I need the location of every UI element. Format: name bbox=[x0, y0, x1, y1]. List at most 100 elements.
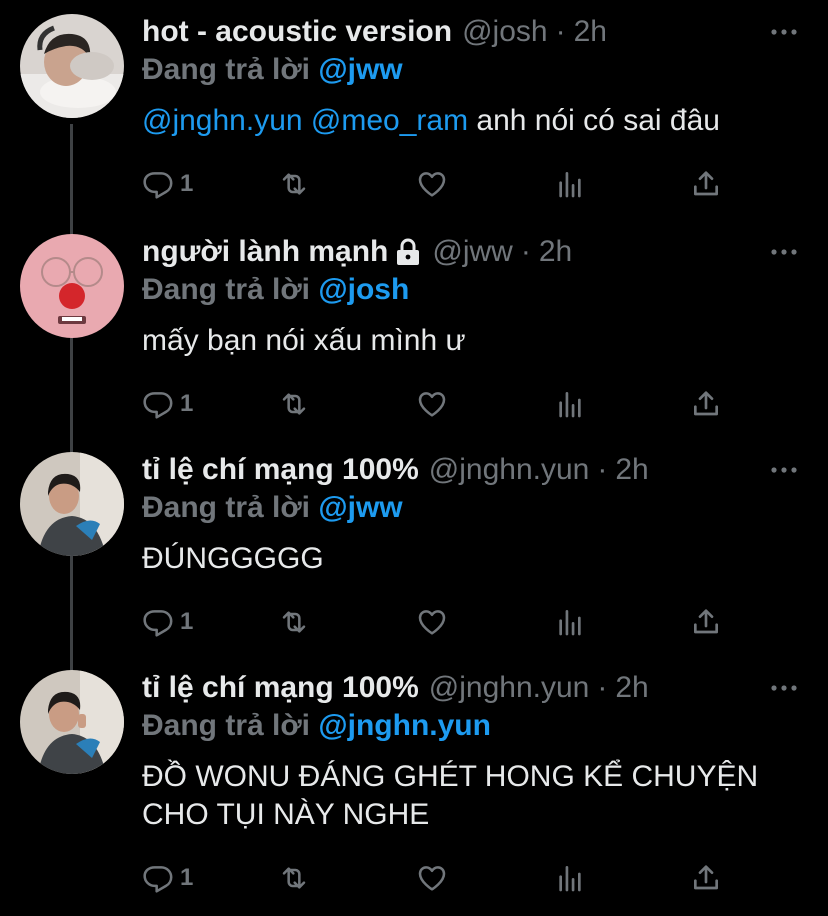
tweet-2[interactable]: người lành mạnh @jww · 2h Đang trả lời @… bbox=[0, 234, 828, 434]
retweet-icon bbox=[282, 173, 306, 195]
like-button[interactable] bbox=[416, 164, 448, 204]
timestamp[interactable]: 2h bbox=[539, 234, 572, 270]
replying-mention[interactable]: @jnghn.yun bbox=[318, 709, 491, 742]
separator-dot: · bbox=[597, 453, 608, 486]
share-button[interactable] bbox=[690, 164, 722, 204]
reply-icon bbox=[143, 866, 173, 893]
lock-icon bbox=[394, 237, 422, 267]
replying-mention[interactable]: @jww bbox=[318, 491, 402, 524]
tweet-actions: 1 bbox=[0, 602, 828, 642]
replying-label: Đang trả lời bbox=[142, 709, 311, 742]
user-handle[interactable]: @jnghn.yun bbox=[429, 452, 590, 488]
display-name[interactable]: tỉ lệ chí mạng 100% bbox=[142, 452, 419, 488]
separator-dot: · bbox=[520, 235, 531, 268]
reply-icon bbox=[143, 172, 173, 199]
retweet-button[interactable] bbox=[278, 602, 310, 642]
reply-button[interactable]: 1 bbox=[142, 602, 193, 642]
avatar[interactable] bbox=[20, 14, 124, 118]
views-button[interactable] bbox=[554, 858, 586, 898]
tweet-header: người lành mạnh @jww · 2h bbox=[142, 234, 808, 270]
tweet-actions: 1 bbox=[0, 384, 828, 424]
tweet-3[interactable]: tỉ lệ chí mạng 100% @jnghn.yun · 2h Đang… bbox=[0, 452, 828, 652]
views-icon bbox=[559, 866, 581, 892]
share-icon bbox=[694, 171, 718, 196]
reply-button[interactable]: 1 bbox=[142, 858, 193, 898]
timestamp[interactable]: 2h bbox=[574, 14, 607, 50]
more-icon[interactable] bbox=[766, 18, 802, 46]
tweet-text: mấy bạn nói xấu mình ư bbox=[142, 322, 808, 360]
share-icon bbox=[694, 609, 718, 634]
separator-dot: · bbox=[555, 15, 566, 48]
replying-mention[interactable]: @jww bbox=[318, 53, 402, 86]
retweet-button[interactable] bbox=[278, 858, 310, 898]
tweet-text: ĐÚNGGGGG bbox=[142, 540, 808, 578]
tweet-body: mấy bạn nói xấu mình ư bbox=[142, 324, 466, 357]
more-icon[interactable] bbox=[766, 456, 802, 484]
replying-to: Đang trả lời @josh bbox=[142, 272, 808, 308]
avatar[interactable] bbox=[20, 234, 124, 338]
avatar[interactable] bbox=[20, 670, 124, 774]
display-name[interactable]: hot - acoustic version bbox=[142, 14, 452, 50]
share-button[interactable] bbox=[690, 384, 722, 424]
reply-button[interactable]: 1 bbox=[142, 164, 193, 204]
timestamp[interactable]: 2h bbox=[615, 670, 648, 706]
share-icon bbox=[694, 391, 718, 416]
tweet-text: @jnghn.yun @meo_ram anh nói có sai đâu bbox=[142, 102, 808, 140]
avatar-person-blue-image bbox=[20, 452, 124, 556]
heart-icon bbox=[418, 392, 446, 417]
retweet-icon bbox=[282, 393, 306, 415]
share-icon bbox=[694, 865, 718, 890]
user-handle[interactable]: @jnghn.yun bbox=[429, 670, 590, 706]
views-button[interactable] bbox=[554, 602, 586, 642]
reply-count: 1 bbox=[180, 864, 194, 891]
like-button[interactable] bbox=[416, 384, 448, 424]
like-button[interactable] bbox=[416, 858, 448, 898]
views-button[interactable] bbox=[554, 164, 586, 204]
tweet-1[interactable]: hot - acoustic version @josh · 2h Đang t… bbox=[0, 14, 828, 214]
tweet-body: ĐÚNGGGGG bbox=[142, 542, 324, 575]
more-icon[interactable] bbox=[766, 674, 802, 702]
avatar-person-pillow-image bbox=[20, 14, 124, 118]
heart-icon bbox=[418, 610, 446, 635]
tweet-body: anh nói có sai đâu bbox=[476, 104, 720, 137]
replying-mention[interactable]: @josh bbox=[318, 273, 409, 306]
replying-to: Đang trả lời @jww bbox=[142, 52, 808, 88]
views-icon bbox=[559, 392, 581, 418]
reply-count: 1 bbox=[180, 170, 194, 197]
heart-icon bbox=[418, 172, 446, 197]
mention-link[interactable]: @jnghn.yun bbox=[142, 104, 303, 137]
user-handle[interactable]: @josh bbox=[462, 14, 548, 50]
reply-icon bbox=[143, 610, 173, 637]
display-name[interactable]: người lành mạnh bbox=[142, 234, 388, 270]
reply-button[interactable]: 1 bbox=[142, 384, 193, 424]
tweet-header: hot - acoustic version @josh · 2h bbox=[142, 14, 808, 50]
replying-label: Đang trả lời bbox=[142, 491, 311, 524]
reply-icon bbox=[143, 392, 173, 419]
views-button[interactable] bbox=[554, 384, 586, 424]
tweet-actions: 1 bbox=[0, 858, 828, 898]
retweet-button[interactable] bbox=[278, 384, 310, 424]
retweet-button[interactable] bbox=[278, 164, 310, 204]
tweet-actions: 1 bbox=[0, 164, 828, 204]
views-icon bbox=[559, 172, 581, 198]
tweet-header: tỉ lệ chí mạng 100% @jnghn.yun · 2h bbox=[142, 452, 808, 488]
share-button[interactable] bbox=[690, 602, 722, 642]
tweet-4[interactable]: tỉ lệ chí mạng 100% @jnghn.yun · 2h Đang… bbox=[0, 670, 828, 910]
retweet-icon bbox=[282, 867, 306, 889]
tweet-header: tỉ lệ chí mạng 100% @jnghn.yun · 2h bbox=[142, 670, 808, 706]
reply-count: 1 bbox=[180, 390, 194, 417]
avatar[interactable] bbox=[20, 452, 124, 556]
replying-label: Đang trả lời bbox=[142, 53, 311, 86]
share-button[interactable] bbox=[690, 858, 722, 898]
tweet-text: ĐỒ WONU ĐÁNG GHÉT HONG KỂ CHUYỆN CHO TỤI… bbox=[142, 758, 808, 834]
like-button[interactable] bbox=[416, 602, 448, 642]
display-name[interactable]: tỉ lệ chí mạng 100% bbox=[142, 670, 419, 706]
timestamp[interactable]: 2h bbox=[615, 452, 648, 488]
tweet-body-line-2: CHO TỤI NÀY NGHE bbox=[142, 798, 430, 831]
avatar-person-blue-image bbox=[20, 670, 124, 774]
separator-dot: · bbox=[597, 671, 608, 704]
more-icon[interactable] bbox=[766, 238, 802, 266]
user-handle[interactable]: @jww bbox=[432, 234, 512, 270]
mention-link[interactable]: @meo_ram bbox=[311, 104, 468, 137]
retweet-icon bbox=[282, 611, 306, 633]
